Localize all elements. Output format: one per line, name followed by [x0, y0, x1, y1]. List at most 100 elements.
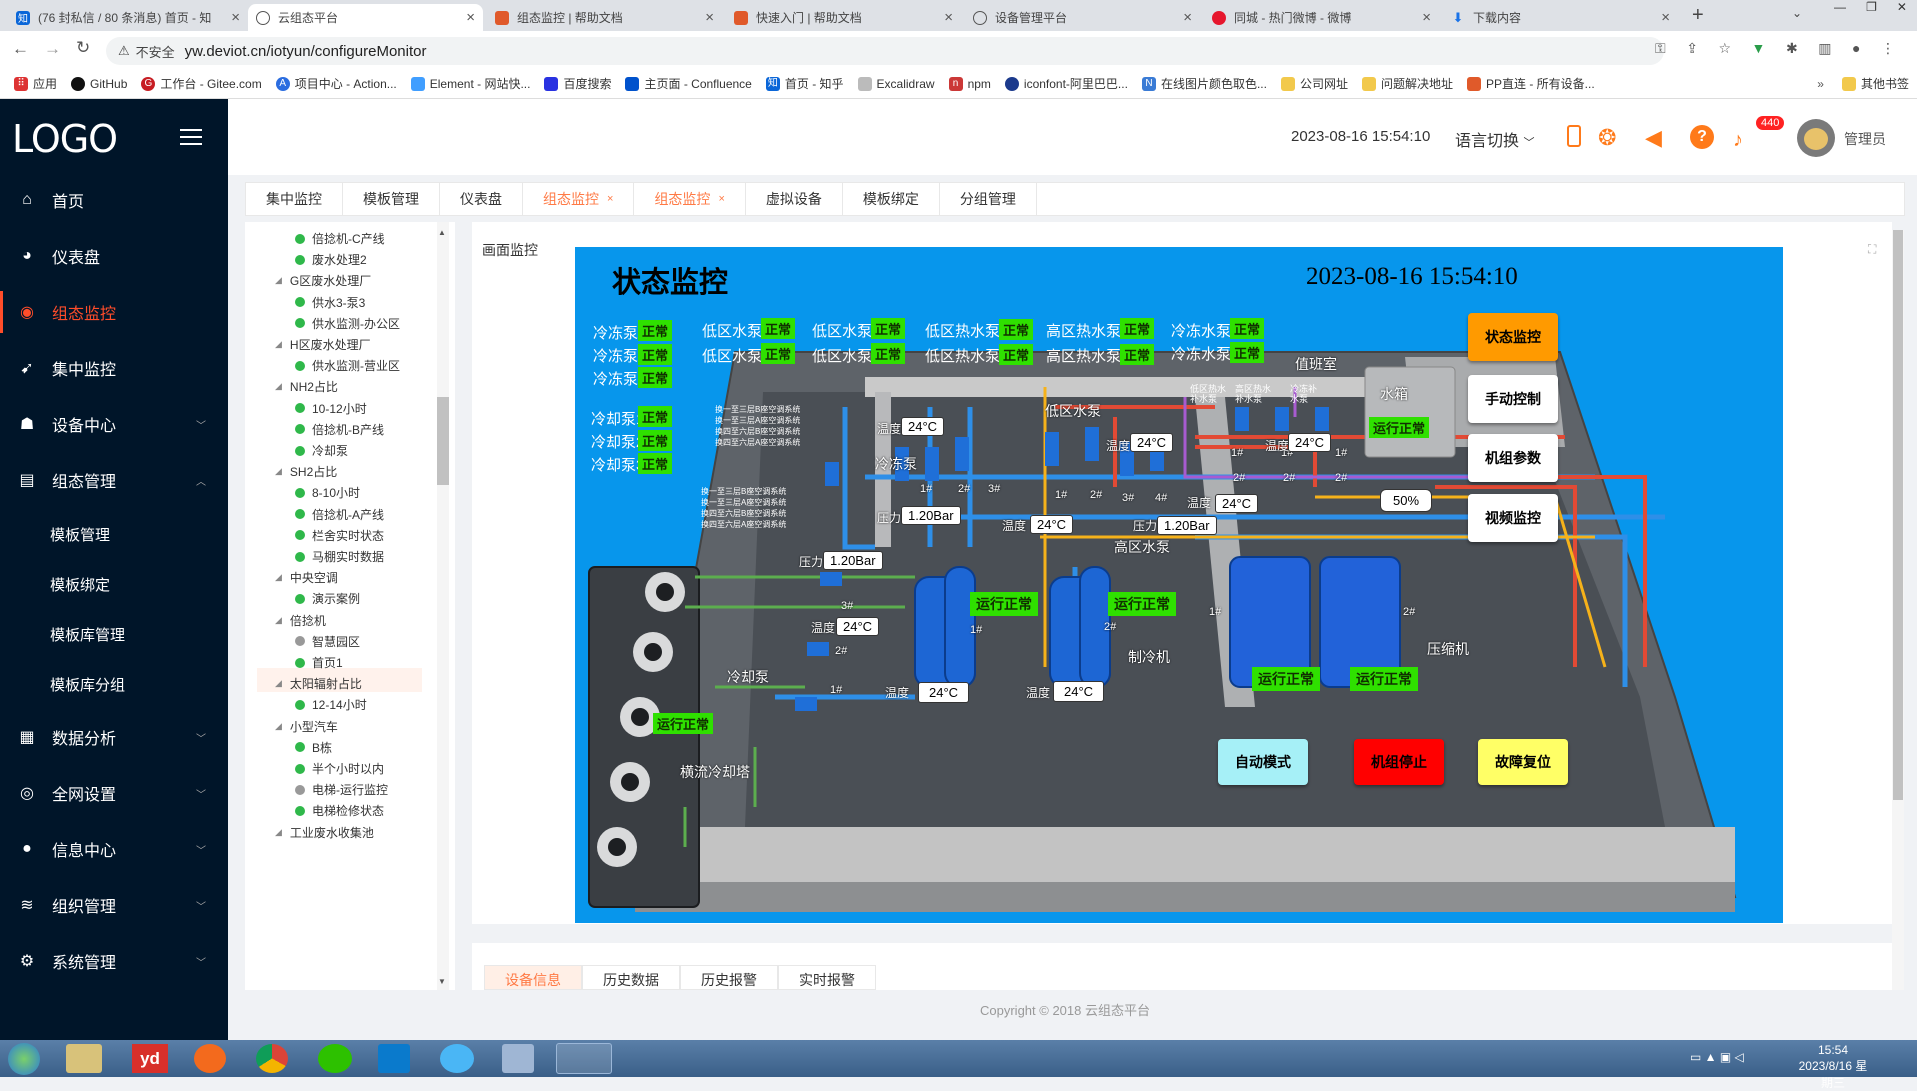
tree-leaf[interactable]: 智慧园区: [295, 633, 360, 650]
url-input[interactable]: ⚠ 不安全 yw.deviot.cn/iotyun/configureMonit…: [106, 37, 1664, 65]
tag-config-monitor[interactable]: 组态监控 ×: [634, 183, 746, 215]
browser-tab[interactable]: 同城 - 热门微博 - 微博 ×: [1204, 4, 1439, 31]
close-icon[interactable]: ×: [1183, 9, 1192, 26]
bookmark[interactable]: N 在线图片颜色取色...: [1141, 75, 1267, 92]
status-monitor-button[interactable]: 状态监控: [1468, 313, 1558, 361]
share-icon[interactable]: ⇪: [1686, 40, 1698, 57]
tag-template-manage[interactable]: 模板管理: [343, 183, 440, 215]
tag-virtual-device[interactable]: 虚拟设备: [746, 183, 843, 215]
sidebar-item-dashboard[interactable]: ◕ 仪表盘: [0, 235, 228, 277]
sidebar-subitem-template-bind[interactable]: 模板绑定: [50, 574, 110, 595]
firefox-icon[interactable]: [194, 1044, 226, 1073]
bookmark[interactable]: 主页面 - Confluence: [625, 75, 752, 92]
sidebar-subitem-template-manage[interactable]: 模板管理: [50, 524, 110, 545]
back-icon[interactable]: ←: [12, 39, 29, 59]
browser-tab[interactable]: 快速入门 | 帮助文档 ×: [726, 4, 961, 31]
caret-down-icon[interactable]: ◢: [275, 466, 282, 477]
tab-device-info[interactable]: 设备信息: [484, 965, 582, 990]
sidebar-item-device-center[interactable]: ☗ 设备中心 ﹀: [0, 403, 228, 445]
tree-scrollbar[interactable]: ▲ ▼: [437, 222, 449, 990]
sidebar-icon[interactable]: ▥: [1818, 40, 1831, 57]
close-icon[interactable]: ×: [718, 193, 724, 205]
sidebar-item-home[interactable]: ⌂ 首页: [0, 179, 228, 221]
tree-leaf[interactable]: 10-12小时: [295, 400, 367, 417]
vscode-icon[interactable]: [378, 1044, 410, 1073]
manual-control-button[interactable]: 手动控制: [1468, 375, 1558, 423]
bell-icon[interactable]: ♪: [1733, 129, 1743, 152]
sidebar-item-system-manage[interactable]: ⚙ 系统管理 ﹀: [0, 940, 228, 982]
tag-group-manage[interactable]: 分组管理: [940, 183, 1037, 215]
close-icon[interactable]: ×: [1422, 9, 1431, 26]
tab-realtime-alarm[interactable]: 实时报警: [778, 965, 876, 990]
tree-group[interactable]: ◢ 小型汽车: [275, 718, 338, 735]
puzzle-icon[interactable]: ✱: [1786, 40, 1798, 57]
bookmark[interactable]: Element - 网站快...: [410, 75, 530, 92]
scrollbar-thumb[interactable]: [437, 397, 449, 485]
app-icon[interactable]: [502, 1044, 534, 1073]
tree-leaf[interactable]: 供水3-泵3: [295, 294, 365, 311]
tree-leaf[interactable]: 12-14小时: [295, 696, 367, 713]
bookmark-apps[interactable]: ⠿ 应用: [14, 75, 57, 92]
wechat-app-icon[interactable]: [318, 1044, 352, 1073]
wechat-icon[interactable]: ❂: [1598, 125, 1616, 151]
unit-stop-button[interactable]: 机组停止: [1354, 739, 1444, 785]
mobile-icon[interactable]: [1567, 125, 1581, 147]
scrollbar-thumb[interactable]: [1893, 230, 1903, 800]
forward-icon[interactable]: →: [44, 39, 61, 59]
close-icon[interactable]: ×: [231, 9, 240, 26]
youdao-icon[interactable]: yd: [132, 1044, 168, 1073]
more-icon[interactable]: ⋮: [1881, 40, 1895, 57]
caret-down-icon[interactable]: ◢: [275, 827, 282, 838]
minimize-icon[interactable]: —: [1834, 0, 1846, 20]
key-icon[interactable]: ⚿: [1655, 40, 1666, 57]
profile-icon[interactable]: ●: [1852, 40, 1860, 57]
browser-tab[interactable]: ⬇ 下载内容 ×: [1443, 4, 1678, 31]
tag-central-monitor[interactable]: 集中监控: [246, 183, 343, 215]
bookmark[interactable]: G 工作台 - Gitee.com: [141, 75, 262, 92]
tree-group[interactable]: ◢ 中央空调: [275, 569, 338, 586]
bookmark[interactable]: Excalidraw: [857, 76, 935, 91]
extension-v-icon[interactable]: ▼: [1752, 40, 1766, 57]
bookmark[interactable]: 百度搜索: [544, 75, 611, 92]
bookmark[interactable]: PP直连 - 所有设备...: [1466, 75, 1595, 92]
bookmark-other[interactable]: » 其他书签: [1817, 75, 1909, 92]
close-icon[interactable]: ×: [705, 9, 714, 26]
close-icon[interactable]: ×: [944, 9, 953, 26]
main-scrollbar[interactable]: [1892, 230, 1904, 990]
tab-history-alarm[interactable]: 历史报警: [680, 965, 778, 990]
bookmark-folder[interactable]: 公司网址: [1280, 75, 1348, 92]
bookmark[interactable]: GitHub: [71, 76, 127, 91]
sidebar-item-config-manage[interactable]: ▤ 组态管理 ︿: [0, 459, 228, 501]
tree-leaf[interactable]: 倍捻机-B产线: [295, 421, 384, 438]
sidebar-item-data-analysis[interactable]: ▦ 数据分析 ﹀: [0, 716, 228, 758]
tab-search-icon[interactable]: ⌄: [1792, 6, 1802, 20]
browser-tab[interactable]: 知 (76 封私信 / 80 条消息) 首页 - 知 ×: [8, 4, 248, 31]
scroll-up-icon[interactable]: ▲: [438, 228, 446, 237]
tree-leaf[interactable]: 电梯-运行监控: [295, 781, 388, 798]
explorer-icon[interactable]: [66, 1044, 102, 1073]
sidebar-item-message-center[interactable]: ● 信息中心 ﹀: [0, 828, 228, 870]
video-monitor-button[interactable]: 视频监控: [1468, 494, 1558, 542]
tree-leaf[interactable]: 冷却泵: [295, 442, 348, 459]
tree-leaf[interactable]: 倍捻机-A产线: [295, 506, 384, 523]
sidebar-item-org-manage[interactable]: ≋ 组织管理 ﹀: [0, 884, 228, 926]
tree-leaf[interactable]: 半个小时以内: [295, 760, 384, 777]
bookmark[interactable]: iconfont-阿里巴巴...: [1004, 75, 1128, 92]
caret-down-icon[interactable]: ◢: [275, 381, 282, 392]
username[interactable]: 管理员: [1844, 129, 1886, 149]
caret-down-icon[interactable]: ◢: [275, 339, 282, 350]
scroll-down-icon[interactable]: ▼: [438, 977, 446, 986]
tree-leaf[interactable]: 8-10小时: [295, 484, 360, 501]
help-icon[interactable]: ?: [1690, 125, 1714, 149]
close-icon[interactable]: ×: [1661, 9, 1670, 26]
tag-template-bind[interactable]: 模板绑定: [843, 183, 940, 215]
tree-group[interactable]: ◢ G区废水处理厂: [275, 272, 371, 289]
fault-reset-button[interactable]: 故障复位: [1478, 739, 1568, 785]
remote-desktop-icon[interactable]: [556, 1043, 612, 1074]
close-icon[interactable]: ×: [607, 193, 613, 205]
browser-tab-active[interactable]: 云组态平台 ×: [248, 4, 483, 31]
caret-down-icon[interactable]: ◢: [275, 615, 282, 626]
caret-down-icon[interactable]: ◢: [275, 721, 282, 732]
auto-mode-button[interactable]: 自动模式: [1218, 739, 1308, 785]
fullscreen-icon[interactable]: ⛶: [1868, 242, 1876, 257]
